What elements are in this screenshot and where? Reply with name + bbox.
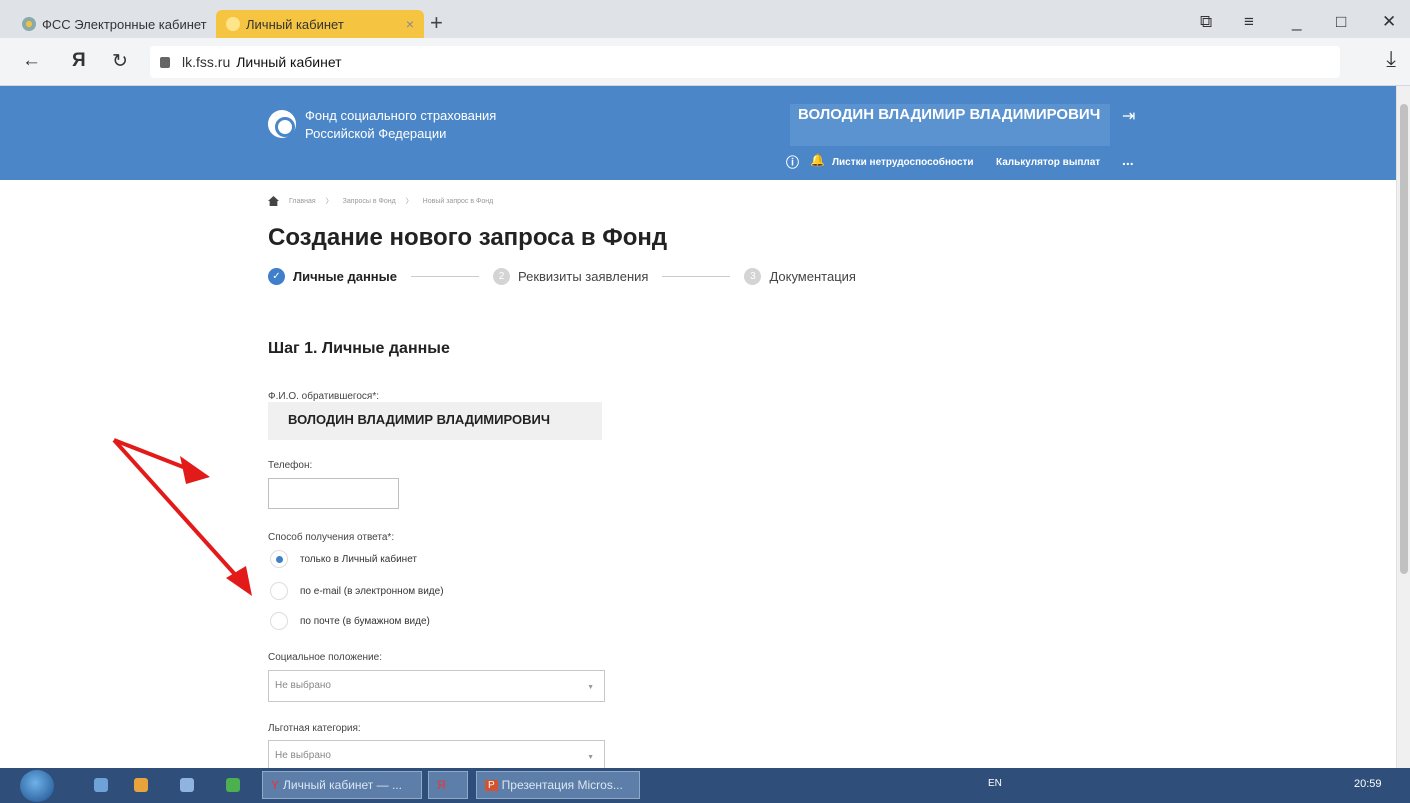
red-arrow-icon	[113, 438, 210, 484]
taskbar-yandex[interactable]: Я	[428, 771, 468, 799]
taskbar-browser-window[interactable]: Y Личный кабинет — ...	[262, 771, 422, 799]
app-icon[interactable]	[226, 778, 240, 792]
taskbar-powerpoint[interactable]: P Презентация Micros...	[476, 771, 640, 799]
yandex-icon: Y	[271, 778, 280, 792]
clock[interactable]: 20:59	[1354, 778, 1382, 790]
taskbar-button-label: Личный кабинет — ...	[283, 778, 402, 792]
taskbar-button-label: Презентация Micros...	[501, 778, 623, 792]
language-indicator[interactable]: EN	[988, 778, 1002, 789]
mail-icon[interactable]	[94, 778, 108, 792]
media-player-icon[interactable]	[134, 778, 148, 792]
powerpoint-icon: P	[485, 779, 498, 791]
speaker-icon[interactable]	[180, 778, 194, 792]
yandex-icon: Я	[437, 778, 446, 792]
annotation-arrows	[112, 438, 252, 596]
start-button[interactable]	[20, 770, 54, 802]
taskbar: Y Личный кабинет — ... Я P Презентация M…	[0, 768, 1410, 803]
